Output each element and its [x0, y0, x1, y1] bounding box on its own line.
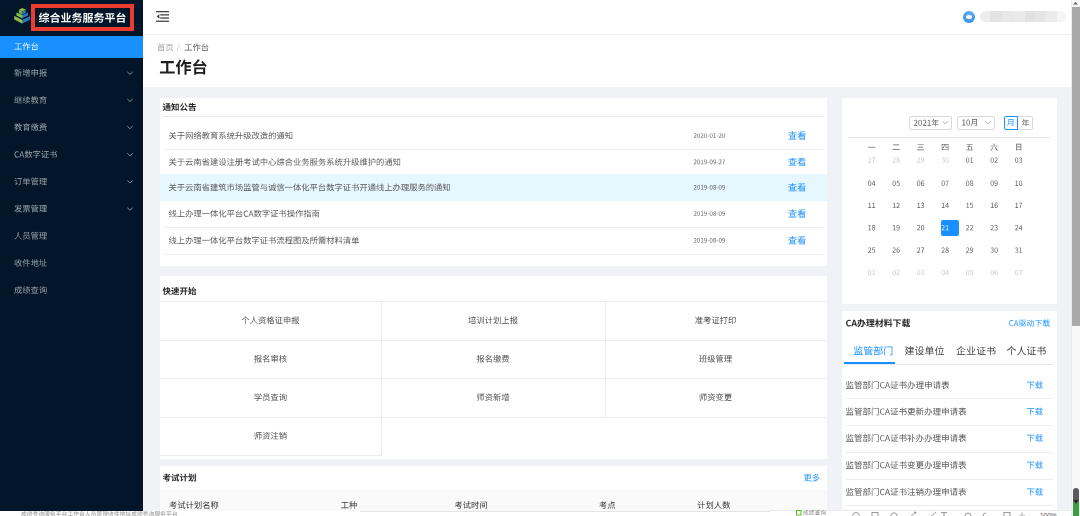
svg-text:100%: 100%	[1040, 512, 1057, 516]
